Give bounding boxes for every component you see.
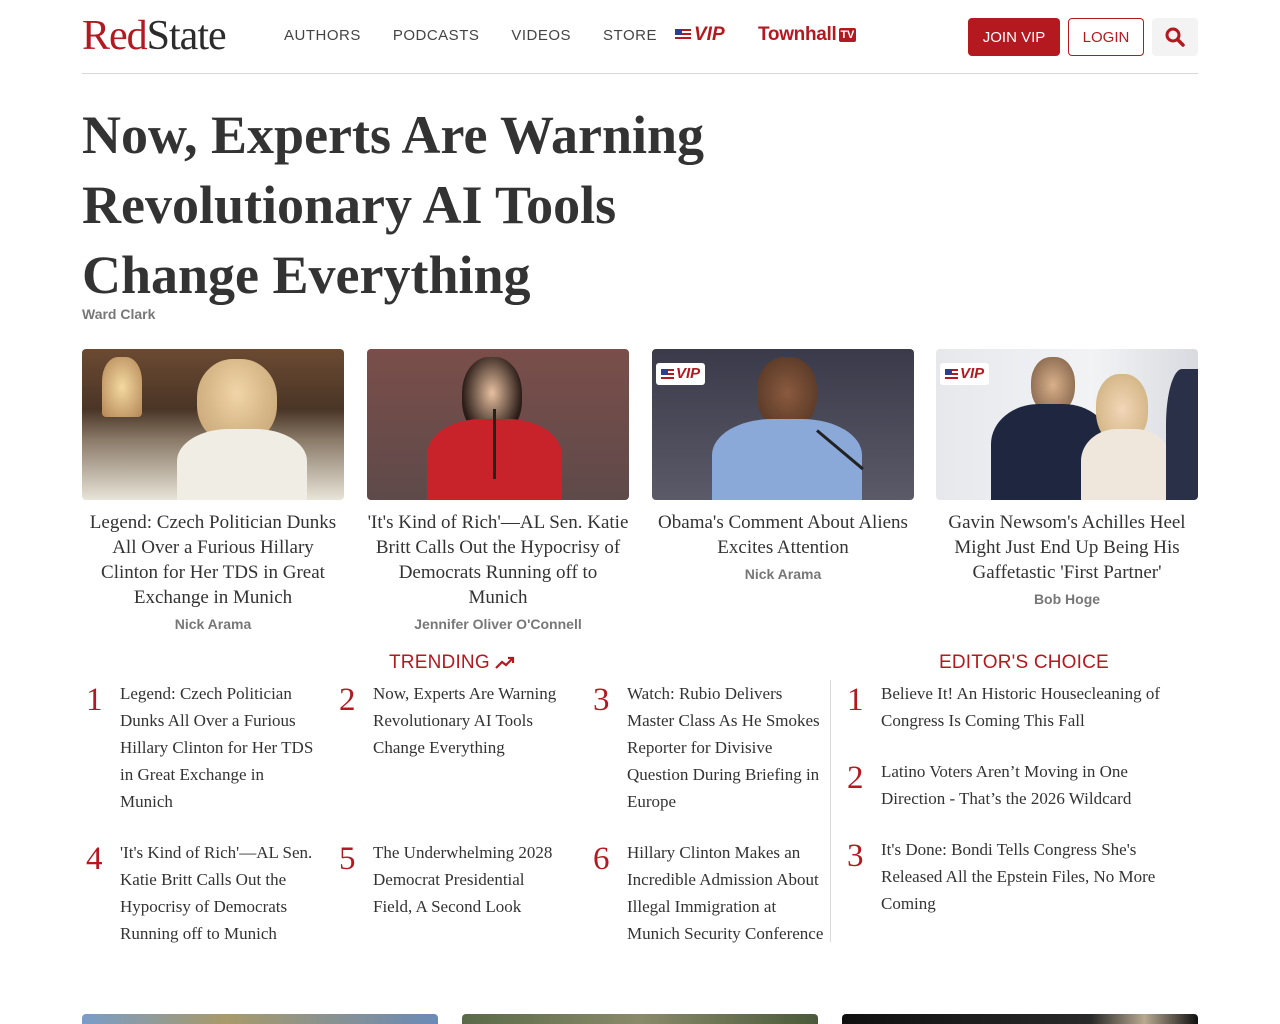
flag-icon <box>945 369 958 379</box>
nav-store[interactable]: STORE <box>603 26 657 46</box>
search-button[interactable] <box>1152 18 1198 56</box>
story-card[interactable]: VIP Gavin Newsom's Achilles Heel Might J… <box>936 349 1198 607</box>
trending-item[interactable]: Now, Experts Are Warning Revolutionary A… <box>373 680 563 761</box>
page: RedState AUTHORS PODCASTS VIDEOS STORE V… <box>0 0 1280 1024</box>
trending-rank: 1 <box>86 682 103 718</box>
trending-rank: 3 <box>593 682 610 718</box>
story-image[interactable]: VIP <box>652 349 914 500</box>
editors-choice-rank: 1 <box>847 682 864 718</box>
nav-podcasts[interactable]: PODCASTS <box>393 26 480 46</box>
story-image[interactable] <box>82 1014 438 1024</box>
login-button[interactable]: LOGIN <box>1068 18 1144 56</box>
story-author[interactable]: Nick Arama <box>82 616 344 632</box>
story-author[interactable]: Nick Arama <box>652 566 914 582</box>
story-image[interactable]: VIP <box>936 349 1198 500</box>
trending-rank: 5 <box>339 841 356 877</box>
trending-arrow-icon <box>495 656 514 669</box>
story-author[interactable]: Bob Hoge <box>936 591 1198 607</box>
editors-choice-rank: 2 <box>847 760 864 796</box>
trending-item[interactable]: 'It's Kind of Rich'—AL Sen. Katie Britt … <box>120 839 316 947</box>
story-image[interactable] <box>82 349 344 500</box>
main-nav: AUTHORS PODCASTS VIDEOS STORE <box>284 26 689 46</box>
vip-badge: VIP <box>656 363 706 385</box>
trending-title-label: TRENDING <box>389 652 490 673</box>
column-divider <box>830 680 831 942</box>
nav-vip-link[interactable]: VIP <box>675 24 725 46</box>
flag-icon <box>661 369 674 379</box>
story-image[interactable] <box>462 1014 818 1024</box>
story-title[interactable]: Obama's Comment About Aliens Excites Att… <box>652 510 914 560</box>
story-title[interactable]: 'It's Kind of Rich'—AL Sen. Katie Britt … <box>367 510 629 610</box>
story-card[interactable]: VIP Obama's Comment About Aliens Excites… <box>652 349 914 582</box>
main-byline[interactable]: Ward Clark <box>82 306 155 322</box>
story-image[interactable] <box>367 349 629 500</box>
story-title[interactable]: Gavin Newsom's Achilles Heel Might Just … <box>936 510 1198 585</box>
trending-item[interactable]: Legend: Czech Politician Dunks All Over … <box>120 680 320 815</box>
story-author[interactable]: Jennifer Oliver O'Connell <box>367 616 629 632</box>
main-headline[interactable]: Now, Experts Are Warning Revolutionary A… <box>82 100 762 310</box>
trending-rank: 2 <box>339 682 356 718</box>
flag-icon <box>675 29 691 41</box>
story-card[interactable]: Legend: Czech Politician Dunks All Over … <box>82 349 344 632</box>
nav-authors[interactable]: AUTHORS <box>284 26 361 46</box>
trending-title: TRENDING <box>389 652 515 674</box>
editors-choice-item[interactable]: It's Done: Bondi Tells Congress She's Re… <box>881 836 1181 917</box>
story-title[interactable]: Legend: Czech Politician Dunks All Over … <box>82 510 344 610</box>
logo-red-part: Red <box>82 13 148 59</box>
townhall-tv-badge: TV <box>838 28 856 42</box>
editors-choice-item[interactable]: Latino Voters Aren’t Moving in One Direc… <box>881 758 1181 812</box>
trending-item[interactable]: The Underwhelming 2028 Democrat Presiden… <box>373 839 553 920</box>
editors-choice-title: EDITOR'S CHOICE <box>939 652 1109 673</box>
vip-badge-label: VIP <box>676 365 701 382</box>
trending-rank: 6 <box>593 841 610 877</box>
townhall-label: Townhall <box>758 24 837 45</box>
nav-videos[interactable]: VIDEOS <box>511 26 571 46</box>
vip-badge-label: VIP <box>960 365 985 382</box>
editors-choice-item[interactable]: Believe It! An Historic Housecleaning of… <box>881 680 1191 734</box>
story-image[interactable] <box>842 1014 1198 1024</box>
join-vip-button[interactable]: JOIN VIP <box>968 18 1060 56</box>
search-icon <box>1165 27 1185 47</box>
nav-vip-label: VIP <box>694 24 725 45</box>
trending-item[interactable]: Hillary Clinton Makes an Incredible Admi… <box>627 839 825 947</box>
trending-rank: 4 <box>86 841 103 877</box>
editors-choice-rank: 3 <box>847 838 864 874</box>
site-header: RedState AUTHORS PODCASTS VIDEOS STORE V… <box>82 0 1198 74</box>
site-logo[interactable]: RedState <box>82 13 227 59</box>
trending-item[interactable]: Watch: Rubio Delivers Master Class As He… <box>627 680 825 815</box>
story-card[interactable]: 'It's Kind of Rich'—AL Sen. Katie Britt … <box>367 349 629 632</box>
vip-badge: VIP <box>940 363 990 385</box>
logo-dark-part: State <box>146 13 227 59</box>
nav-townhall-tv-link[interactable]: Townhall TV <box>758 24 856 46</box>
